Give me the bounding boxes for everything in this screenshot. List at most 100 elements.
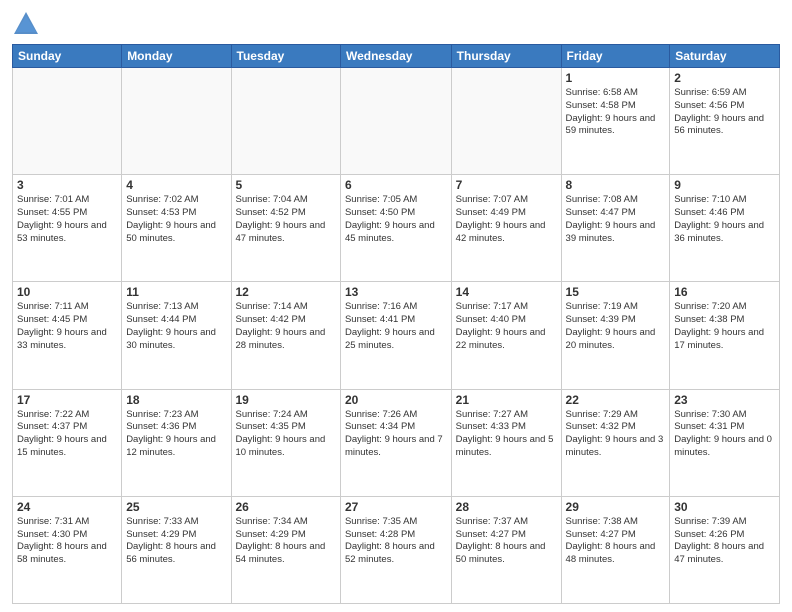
day-info: Sunrise: 7:10 AM Sunset: 4:46 PM Dayligh… bbox=[674, 194, 775, 245]
day-number: 28 bbox=[456, 500, 557, 514]
calendar-day-cell: 19 Sunrise: 7:24 AM Sunset: 4:35 PM Dayli… bbox=[231, 389, 340, 496]
day-info: Sunrise: 7:04 AM Sunset: 4:52 PM Dayligh… bbox=[236, 194, 336, 245]
calendar-day-cell: 30Sunrise: 7:39 AM Sunset: 4:26 PM Dayli… bbox=[670, 496, 780, 603]
day-number: 26 bbox=[236, 500, 336, 514]
weekday-header: Monday bbox=[122, 45, 231, 68]
calendar-day-cell: 8Sunrise: 7:08 AM Sunset: 4:47 PM Daylig… bbox=[561, 175, 670, 282]
calendar-day-cell: 25 Sunrise: 7:33 AM Sunset: 4:29 PM Dayli… bbox=[122, 496, 231, 603]
day-info: Sunrise: 7:31 AM Sunset: 4:30 PM Dayligh… bbox=[17, 516, 117, 567]
day-info: Sunrise: 6:58 AM Sunset: 4:58 PM Dayligh… bbox=[566, 87, 666, 138]
weekday-header: Tuesday bbox=[231, 45, 340, 68]
day-info: Sunrise: 7:01 AM Sunset: 4:55 PM Dayligh… bbox=[17, 194, 117, 245]
calendar-week-row: 3 Sunrise: 7:01 AM Sunset: 4:55 PM Daylig… bbox=[13, 175, 780, 282]
calendar-day-cell: 18Sunrise: 7:23 AM Sunset: 4:36 PM Dayli… bbox=[122, 389, 231, 496]
calendar-day-cell: 15 Sunrise: 7:19 AM Sunset: 4:39 PM Dayli… bbox=[561, 282, 670, 389]
weekday-header: Thursday bbox=[451, 45, 561, 68]
calendar-week-row: 17 Sunrise: 7:22 AM Sunset: 4:37 PM Dayli… bbox=[13, 389, 780, 496]
calendar-day-cell: 22 Sunrise: 7:29 AM Sunset: 4:32 PM Dayli… bbox=[561, 389, 670, 496]
day-info: Sunrise: 7:13 AM Sunset: 4:44 PM Dayligh… bbox=[126, 301, 226, 352]
day-number: 27 bbox=[345, 500, 447, 514]
day-number: 4 bbox=[126, 178, 226, 192]
day-number: 15 bbox=[566, 285, 666, 299]
day-info: Sunrise: 6:59 AM Sunset: 4:56 PM Dayligh… bbox=[674, 87, 775, 138]
day-info: Sunrise: 7:24 AM Sunset: 4:35 PM Dayligh… bbox=[236, 409, 336, 460]
calendar-day-cell bbox=[13, 68, 122, 175]
calendar-day-cell: 29Sunrise: 7:38 AM Sunset: 4:27 PM Dayli… bbox=[561, 496, 670, 603]
day-info: Sunrise: 7:29 AM Sunset: 4:32 PM Dayligh… bbox=[566, 409, 666, 460]
weekday-header: Friday bbox=[561, 45, 670, 68]
calendar-day-cell: 2 Sunrise: 6:59 AM Sunset: 4:56 PM Daylig… bbox=[670, 68, 780, 175]
day-number: 23 bbox=[674, 393, 775, 407]
calendar-day-cell: 3 Sunrise: 7:01 AM Sunset: 4:55 PM Daylig… bbox=[13, 175, 122, 282]
day-number: 3 bbox=[17, 178, 117, 192]
calendar-day-cell: 12Sunrise: 7:14 AM Sunset: 4:42 PM Dayli… bbox=[231, 282, 340, 389]
day-number: 2 bbox=[674, 71, 775, 85]
calendar-day-cell bbox=[340, 68, 451, 175]
day-number: 25 bbox=[126, 500, 226, 514]
day-info: Sunrise: 7:17 AM Sunset: 4:40 PM Dayligh… bbox=[456, 301, 557, 352]
day-number: 9 bbox=[674, 178, 775, 192]
day-info: Sunrise: 7:07 AM Sunset: 4:49 PM Dayligh… bbox=[456, 194, 557, 245]
day-number: 29 bbox=[566, 500, 666, 514]
calendar-week-row: 10 Sunrise: 7:11 AM Sunset: 4:45 PM Dayli… bbox=[13, 282, 780, 389]
calendar-day-cell: 27 Sunrise: 7:35 AM Sunset: 4:28 PM Dayli… bbox=[340, 496, 451, 603]
calendar-day-cell bbox=[451, 68, 561, 175]
calendar-week-row: 1 Sunrise: 6:58 AM Sunset: 4:58 PM Daylig… bbox=[13, 68, 780, 175]
day-number: 10 bbox=[17, 285, 117, 299]
day-number: 21 bbox=[456, 393, 557, 407]
day-number: 14 bbox=[456, 285, 557, 299]
day-info: Sunrise: 7:16 AM Sunset: 4:41 PM Dayligh… bbox=[345, 301, 447, 352]
calendar-day-cell: 4 Sunrise: 7:02 AM Sunset: 4:53 PM Daylig… bbox=[122, 175, 231, 282]
calendar-day-cell: 14 Sunrise: 7:17 AM Sunset: 4:40 PM Dayli… bbox=[451, 282, 561, 389]
calendar-day-cell: 16 Sunrise: 7:20 AM Sunset: 4:38 PM Dayli… bbox=[670, 282, 780, 389]
day-info: Sunrise: 7:30 AM Sunset: 4:31 PM Dayligh… bbox=[674, 409, 775, 460]
day-info: Sunrise: 7:11 AM Sunset: 4:45 PM Dayligh… bbox=[17, 301, 117, 352]
day-info: Sunrise: 7:35 AM Sunset: 4:28 PM Dayligh… bbox=[345, 516, 447, 567]
calendar-day-cell: 13 Sunrise: 7:16 AM Sunset: 4:41 PM Dayli… bbox=[340, 282, 451, 389]
day-number: 12 bbox=[236, 285, 336, 299]
day-info: Sunrise: 7:34 AM Sunset: 4:29 PM Dayligh… bbox=[236, 516, 336, 567]
header bbox=[12, 10, 780, 38]
day-info: Sunrise: 7:19 AM Sunset: 4:39 PM Dayligh… bbox=[566, 301, 666, 352]
calendar-day-cell: 10 Sunrise: 7:11 AM Sunset: 4:45 PM Dayli… bbox=[13, 282, 122, 389]
day-info: Sunrise: 7:02 AM Sunset: 4:53 PM Dayligh… bbox=[126, 194, 226, 245]
day-info: Sunrise: 7:05 AM Sunset: 4:50 PM Dayligh… bbox=[345, 194, 447, 245]
day-number: 17 bbox=[17, 393, 117, 407]
calendar-day-cell: 1 Sunrise: 6:58 AM Sunset: 4:58 PM Daylig… bbox=[561, 68, 670, 175]
calendar-day-cell: 21 Sunrise: 7:27 AM Sunset: 4:33 PM Dayli… bbox=[451, 389, 561, 496]
day-info: Sunrise: 7:26 AM Sunset: 4:34 PM Dayligh… bbox=[345, 409, 447, 460]
logo bbox=[12, 10, 44, 38]
calendar-day-cell bbox=[122, 68, 231, 175]
day-number: 1 bbox=[566, 71, 666, 85]
day-number: 24 bbox=[17, 500, 117, 514]
calendar-day-cell: 11Sunrise: 7:13 AM Sunset: 4:44 PM Dayli… bbox=[122, 282, 231, 389]
day-number: 19 bbox=[236, 393, 336, 407]
day-info: Sunrise: 7:39 AM Sunset: 4:26 PM Dayligh… bbox=[674, 516, 775, 567]
day-info: Sunrise: 7:27 AM Sunset: 4:33 PM Dayligh… bbox=[456, 409, 557, 460]
calendar-day-cell: 17 Sunrise: 7:22 AM Sunset: 4:37 PM Dayli… bbox=[13, 389, 122, 496]
calendar-day-cell: 7 Sunrise: 7:07 AM Sunset: 4:49 PM Daylig… bbox=[451, 175, 561, 282]
weekday-header: Wednesday bbox=[340, 45, 451, 68]
calendar-day-cell: 6 Sunrise: 7:05 AM Sunset: 4:50 PM Daylig… bbox=[340, 175, 451, 282]
calendar-header-row: SundayMondayTuesdayWednesdayThursdayFrid… bbox=[13, 45, 780, 68]
day-info: Sunrise: 7:08 AM Sunset: 4:47 PM Dayligh… bbox=[566, 194, 666, 245]
day-number: 5 bbox=[236, 178, 336, 192]
day-number: 16 bbox=[674, 285, 775, 299]
day-info: Sunrise: 7:22 AM Sunset: 4:37 PM Dayligh… bbox=[17, 409, 117, 460]
day-number: 20 bbox=[345, 393, 447, 407]
weekday-header: Sunday bbox=[13, 45, 122, 68]
day-number: 6 bbox=[345, 178, 447, 192]
calendar-day-cell: 24 Sunrise: 7:31 AM Sunset: 4:30 PM Dayli… bbox=[13, 496, 122, 603]
calendar-day-cell bbox=[231, 68, 340, 175]
day-number: 22 bbox=[566, 393, 666, 407]
day-number: 13 bbox=[345, 285, 447, 299]
day-info: Sunrise: 7:20 AM Sunset: 4:38 PM Dayligh… bbox=[674, 301, 775, 352]
page: SundayMondayTuesdayWednesdayThursdayFrid… bbox=[0, 0, 792, 612]
calendar-day-cell: 9 Sunrise: 7:10 AM Sunset: 4:46 PM Daylig… bbox=[670, 175, 780, 282]
day-info: Sunrise: 7:37 AM Sunset: 4:27 PM Dayligh… bbox=[456, 516, 557, 567]
calendar-day-cell: 28 Sunrise: 7:37 AM Sunset: 4:27 PM Dayli… bbox=[451, 496, 561, 603]
calendar: SundayMondayTuesdayWednesdayThursdayFrid… bbox=[12, 44, 780, 604]
weekday-header: Saturday bbox=[670, 45, 780, 68]
day-number: 7 bbox=[456, 178, 557, 192]
day-info: Sunrise: 7:33 AM Sunset: 4:29 PM Dayligh… bbox=[126, 516, 226, 567]
